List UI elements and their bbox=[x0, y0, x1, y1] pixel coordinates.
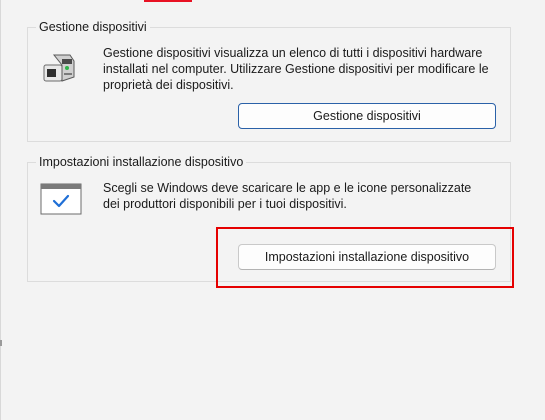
scroll-marker bbox=[0, 340, 2, 346]
selected-tab-indicator bbox=[144, 0, 192, 2]
device-manager-button[interactable]: Gestione dispositivi bbox=[238, 103, 496, 129]
device-installation-group-title: Impostazioni installazione dispositivo bbox=[36, 155, 247, 169]
device-manager-icon bbox=[40, 51, 80, 85]
device-manager-group-title: Gestione dispositivi bbox=[36, 20, 150, 34]
device-installation-description: Scegli se Windows deve scaricare le app … bbox=[103, 181, 472, 211]
highlight-box bbox=[216, 227, 514, 288]
device-manager-group: Gestione dispositivi Gestione dispositiv… bbox=[27, 20, 511, 142]
window-left-border bbox=[0, 0, 1, 420]
installation-settings-icon bbox=[40, 183, 82, 215]
device-manager-description: Gestione dispositivi visualizza un elenc… bbox=[103, 46, 489, 92]
